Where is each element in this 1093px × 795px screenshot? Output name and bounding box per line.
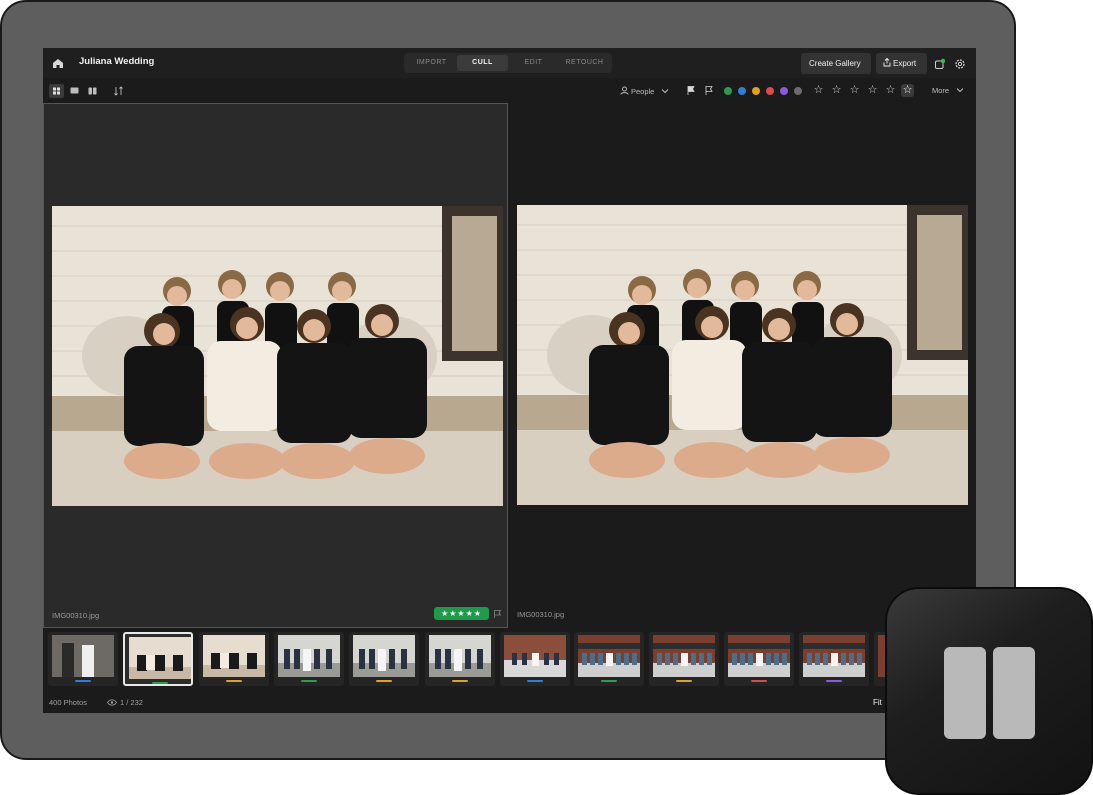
more-menu[interactable]: More <box>932 86 964 95</box>
compare-view-icon[interactable] <box>85 84 100 98</box>
filmstrip-thumb[interactable] <box>349 632 419 686</box>
color-tag <box>751 680 767 682</box>
thumbnail-image <box>653 635 715 677</box>
visible-count-label: 1 / 232 <box>120 698 143 707</box>
color-tag <box>152 682 168 684</box>
filmstrip-thumb[interactable] <box>799 632 869 686</box>
photo-count: 400 Photos <box>49 698 87 707</box>
thumbnail-image <box>203 635 265 677</box>
tablet-frame: Juliana Wedding IMPORT CULL EDIT RETOUCH… <box>0 0 1016 760</box>
thumbnail-image <box>504 635 566 677</box>
thumbnail-image <box>728 635 790 677</box>
sort-icon[interactable] <box>111 84 126 98</box>
color-label-gray[interactable] <box>794 87 802 95</box>
thumbnail-image <box>353 635 415 677</box>
rating-1-star-icon[interactable]: ☆ <box>812 84 825 97</box>
filmstrip-thumb[interactable] <box>274 632 344 686</box>
color-tag <box>301 680 317 682</box>
zoom-fit[interactable]: Fit <box>873 698 882 707</box>
thumbnail-image <box>129 637 191 679</box>
color-label-yellow[interactable] <box>752 87 760 95</box>
tab-edit[interactable]: EDIT <box>508 55 559 71</box>
filmstrip-thumb[interactable] <box>724 632 794 686</box>
grid-view-icon[interactable] <box>49 84 64 98</box>
rating-4-star-icon[interactable]: ☆ <box>866 84 879 97</box>
person-icon <box>620 86 629 95</box>
rating-5-star-icon[interactable]: ☆ <box>884 84 897 97</box>
color-tag <box>226 680 242 682</box>
chevron-down-icon <box>956 88 964 93</box>
rating-2-star-icon[interactable]: ☆ <box>830 84 843 97</box>
visible-count: 1 / 232 <box>107 698 143 707</box>
tab-cull[interactable]: CULL <box>457 55 508 71</box>
color-tag <box>376 680 392 682</box>
compare-panel-icon-right <box>993 647 1035 739</box>
reject-flag-icon[interactable] <box>704 85 714 96</box>
filmstrip-thumb[interactable] <box>425 632 495 686</box>
color-label-blue[interactable] <box>738 87 746 95</box>
rating-3-star-icon[interactable]: ☆ <box>848 84 861 97</box>
filmstrip-thumb[interactable] <box>48 632 118 686</box>
rating-filter-star-icon[interactable]: ☆ <box>901 84 914 97</box>
mode-switcher: IMPORT CULL EDIT RETOUCH <box>404 53 612 73</box>
filmstrip <box>43 628 976 690</box>
create-gallery-button[interactable]: Create Gallery <box>801 53 871 74</box>
filename-right: IMG00310.jpg <box>517 610 565 619</box>
compare-panel-icon-left <box>944 647 986 739</box>
photo-preview-left[interactable] <box>52 206 503 506</box>
color-tag <box>75 680 91 682</box>
photo-preview-right[interactable] <box>517 205 968 505</box>
thumbnail-image <box>578 635 640 677</box>
filmstrip-thumb[interactable] <box>199 632 269 686</box>
more-label: More <box>932 86 950 95</box>
star-rating-badge[interactable]: ★★★★★ <box>434 607 489 620</box>
color-label-red[interactable] <box>766 87 774 95</box>
photo-image <box>52 206 503 506</box>
app-icon <box>885 587 1093 795</box>
color-tag <box>601 680 617 682</box>
status-bar: 400 Photos 1 / 232 Fit <box>43 693 976 713</box>
app-window: Juliana Wedding IMPORT CULL EDIT RETOUCH… <box>43 48 976 713</box>
tab-import[interactable]: IMPORT <box>406 55 457 71</box>
color-tag <box>676 680 692 682</box>
thumbnail-image <box>278 635 340 677</box>
view-toolbar: People ☆ ☆ ☆ ☆ ☆ ☆ More <box>43 78 976 104</box>
color-tag <box>826 680 842 682</box>
export-label: Export <box>893 59 917 68</box>
compare-pane-left[interactable]: IMG00310.jpg ★★★★★ <box>43 103 508 628</box>
color-tag <box>452 680 468 682</box>
thumbnail-image <box>52 635 114 677</box>
color-label-green[interactable] <box>724 87 732 95</box>
filmstrip-thumb-selected[interactable] <box>123 632 193 686</box>
thumbnail-image <box>803 635 865 677</box>
filmstrip-thumb[interactable] <box>649 632 719 686</box>
people-label: People <box>631 87 655 96</box>
notification-icon[interactable] <box>934 58 946 70</box>
project-title: Juliana Wedding <box>79 56 155 67</box>
home-icon[interactable] <box>51 56 65 70</box>
filename-left: IMG00310.jpg <box>52 611 100 620</box>
flag-icon[interactable] <box>493 609 502 619</box>
people-filter[interactable]: People <box>620 86 669 96</box>
gear-icon[interactable] <box>954 58 966 70</box>
loupe-view-icon[interactable] <box>67 84 82 98</box>
share-icon <box>883 57 891 67</box>
top-bar: Juliana Wedding IMPORT CULL EDIT RETOUCH… <box>43 48 976 78</box>
pick-flag-icon[interactable] <box>686 85 696 96</box>
compare-pane-right[interactable]: IMG00310.jpg <box>509 103 976 628</box>
filmstrip-thumb[interactable] <box>574 632 644 686</box>
color-tag <box>527 680 543 682</box>
thumbnail-image <box>429 635 491 677</box>
tab-retouch[interactable]: RETOUCH <box>559 55 610 71</box>
chevron-down-icon <box>662 89 669 94</box>
color-label-purple[interactable] <box>780 87 788 95</box>
filmstrip-thumb[interactable] <box>500 632 570 686</box>
export-button[interactable]: Export <box>876 53 927 74</box>
eye-icon <box>107 699 117 706</box>
photo-image <box>517 205 968 505</box>
